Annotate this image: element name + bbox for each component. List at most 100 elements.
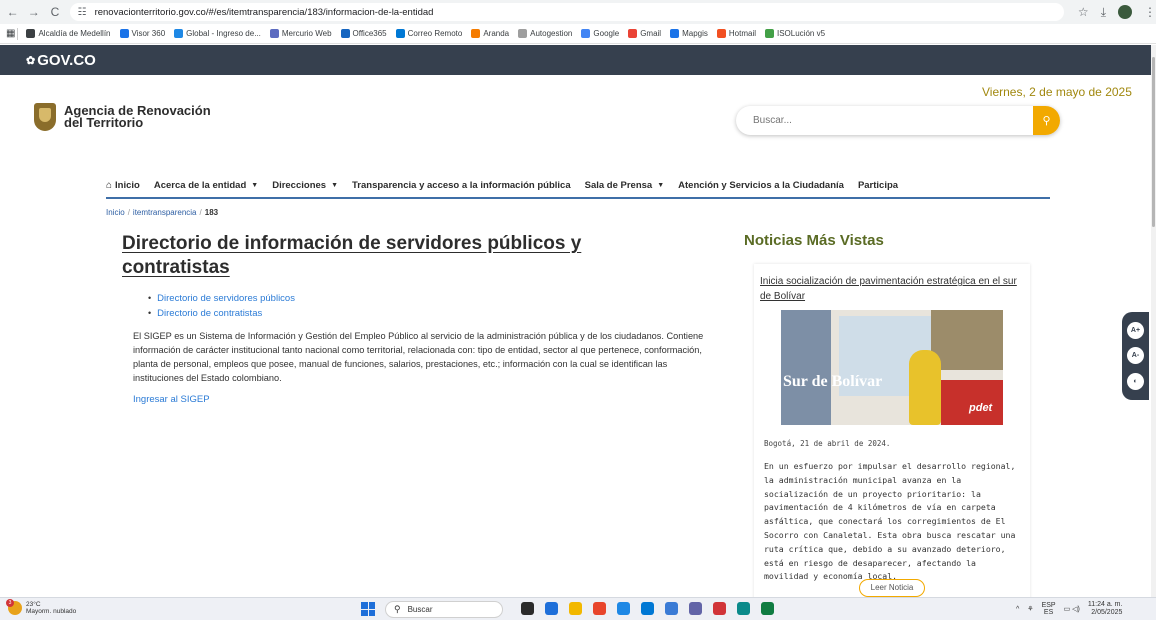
reload-icon[interactable]: C: [46, 5, 63, 19]
bookmark-item[interactable]: Autogestion: [518, 29, 572, 38]
agency-logo[interactable]: Agencia de Renovación del Territorio: [34, 103, 211, 131]
download-icon[interactable]: ⤓: [1101, 5, 1106, 20]
bookmark-item[interactable]: Alcaldía de Medellín: [26, 29, 111, 38]
taskbar-app-icon[interactable]: [641, 602, 654, 615]
scrollbar-thumb[interactable]: [1152, 57, 1155, 227]
address-bar[interactable]: ☷ renovacionterritorio.gov.co/#/es/itemt…: [69, 3, 1064, 21]
bookmark-item[interactable]: Visor 360: [119, 29, 166, 38]
news-title-link[interactable]: Inicia socialización de pavimentación es…: [760, 274, 1026, 304]
chevron-up-icon[interactable]: ^: [1016, 606, 1019, 613]
nav-label: Participa: [857, 180, 899, 191]
bookmark-label: Google: [593, 29, 620, 38]
bookmarks-bar: ▦ Alcaldía de Medellín Visor 360 Global - …: [0, 24, 1156, 44]
language-indicator[interactable]: ESP ES: [1042, 602, 1056, 616]
link-servidores[interactable]: Directorio de servidores públicos: [148, 291, 295, 306]
taskbar-app-icon[interactable]: [593, 602, 606, 615]
govco-brand[interactable]: GOV.CO: [37, 52, 96, 69]
clock-time: 11:24 a. m.: [1087, 601, 1123, 608]
taskbar-search[interactable]: ⚲ Buscar: [385, 601, 503, 618]
taskbar-app-icon[interactable]: [689, 602, 702, 615]
bookmark-label: Mapgis: [682, 29, 708, 38]
bookmark-item[interactable]: Global - Ingreso de...: [174, 29, 261, 38]
language-code: ESP: [1041, 602, 1056, 609]
coat-of-arms-icon: [34, 103, 56, 131]
bookmark-favicon-icon: [581, 29, 591, 38]
read-news-button[interactable]: Leer Noticia: [859, 579, 925, 597]
bookmark-label: Autogestion: [530, 29, 573, 38]
profile-avatar[interactable]: [1118, 5, 1132, 19]
taskbar-app-icon[interactable]: [713, 602, 726, 615]
nav-label: Transparencia y acceso a la información …: [352, 180, 571, 191]
govco-bar: ✿ GOV.CO: [0, 45, 1151, 75]
taskbar-app-icon[interactable]: [521, 602, 534, 615]
bookmark-item[interactable]: ISOLución v5: [765, 29, 825, 38]
menu-icon[interactable]: ⋮: [1144, 5, 1156, 19]
site-info-icon[interactable]: ☷: [78, 7, 87, 18]
bookmark-label: Mercurio Web: [281, 29, 332, 38]
browser-toolbar: ← → C ☷ renovacionterritorio.gov.co/#/es…: [0, 0, 1156, 24]
clock[interactable]: 11:24 a. m. 2/05/2025: [1088, 601, 1123, 617]
image-text: Sur de Bolívar: [783, 373, 883, 390]
bookmark-item[interactable]: Office365: [340, 29, 387, 38]
decrease-font-button[interactable]: A-: [1127, 347, 1144, 365]
bookmark-item[interactable]: Gmail: [628, 29, 661, 38]
nav-item-sala-prensa[interactable]: Sala de Prensa ▼: [585, 180, 665, 191]
page-scrollbar[interactable]: [1151, 45, 1156, 597]
bookmark-item[interactable]: Google: [581, 29, 619, 38]
nav-item-direcciones[interactable]: Direcciones ▼: [272, 180, 338, 191]
bookmark-label: Visor 360: [131, 29, 166, 38]
nav-label: Acerca de la entidad: [153, 180, 247, 191]
nav-item-atencion[interactable]: Atención y Servicios a la Ciudadanía: [678, 180, 844, 191]
bookmark-item[interactable]: Hotmail: [716, 29, 756, 38]
weather-icon: 3: [6, 599, 22, 615]
news-date: Bogotá, 21 de abril de 2024.: [764, 439, 891, 448]
bookmark-item[interactable]: Correo Remoto: [395, 29, 463, 38]
tray-app-icon[interactable]: ⚘: [1027, 605, 1033, 613]
bookmark-favicon-icon: [269, 29, 279, 38]
caret-down-icon: ▼: [251, 182, 259, 189]
bookmark-favicon-icon: [340, 29, 350, 38]
image-person: [909, 350, 941, 425]
bookmark-label: Gmail: [640, 29, 662, 38]
bookmark-label: Office365: [352, 29, 387, 38]
agency-name-line2: del Territorio: [64, 115, 144, 130]
nav-item-acerca[interactable]: Acerca de la entidad ▼: [154, 180, 258, 191]
breadcrumb-home[interactable]: Inicio: [106, 208, 125, 217]
taskbar-app-icon[interactable]: [761, 602, 774, 615]
govco-logo-icon: ✿: [26, 54, 36, 67]
weather-widget[interactable]: 3 23°C Mayorm. nublado: [6, 599, 76, 615]
bookmark-star-icon[interactable]: ☆: [1078, 5, 1089, 19]
breadcrumb-separator: /: [127, 208, 130, 217]
back-icon[interactable]: ←: [4, 5, 21, 19]
contrast-button[interactable]: ◐: [1127, 372, 1144, 390]
nav-item-transparencia[interactable]: Transparencia y acceso a la información …: [352, 180, 571, 191]
nav-item-inicio[interactable]: ⌂ Inicio: [106, 180, 140, 191]
bookmark-label: Correo Remoto: [407, 29, 463, 38]
search-icon: ⚲: [1042, 115, 1051, 127]
taskbar-app-icon[interactable]: [545, 602, 558, 615]
news-image[interactable]: Sur de Bolívar pdet: [781, 310, 1003, 425]
network-volume-icon[interactable]: ▭ ◁): [1064, 605, 1080, 613]
taskbar-app-icon[interactable]: [665, 602, 678, 615]
sigep-link[interactable]: Ingresar al SIGEP: [133, 394, 210, 405]
bookmark-item[interactable]: Aranda: [471, 29, 509, 38]
bookmark-favicon-icon: [174, 29, 184, 38]
breadcrumb-section[interactable]: itemtransparencia: [133, 208, 197, 217]
taskbar-app-icon[interactable]: [569, 602, 582, 615]
windows-start-icon[interactable]: [361, 602, 375, 616]
sigep-description: El SIGEP es un Sistema de Información y …: [133, 331, 704, 383]
bookmark-label: Global - Ingreso de...: [186, 29, 261, 38]
apps-icon[interactable]: ▦: [6, 28, 15, 39]
bookmark-item[interactable]: Mapgis: [670, 29, 708, 38]
bookmark-item[interactable]: Mercurio Web: [269, 29, 332, 38]
search-input[interactable]: [753, 115, 1023, 126]
taskbar-app-icon[interactable]: [737, 602, 750, 615]
nav-item-participa[interactable]: Participa: [858, 180, 898, 191]
forward-icon[interactable]: →: [25, 5, 42, 19]
taskbar-app-icon[interactable]: [617, 602, 630, 615]
windows-taskbar: 3 23°C Mayorm. nublado ⚲ Buscar ^ ⚘ ESP …: [0, 597, 1156, 620]
bookmark-favicon-icon: [395, 29, 405, 38]
search-button[interactable]: ⚲: [1033, 106, 1060, 135]
increase-font-button[interactable]: A+: [1127, 322, 1144, 340]
link-contratistas[interactable]: Directorio de contratistas: [148, 306, 295, 321]
